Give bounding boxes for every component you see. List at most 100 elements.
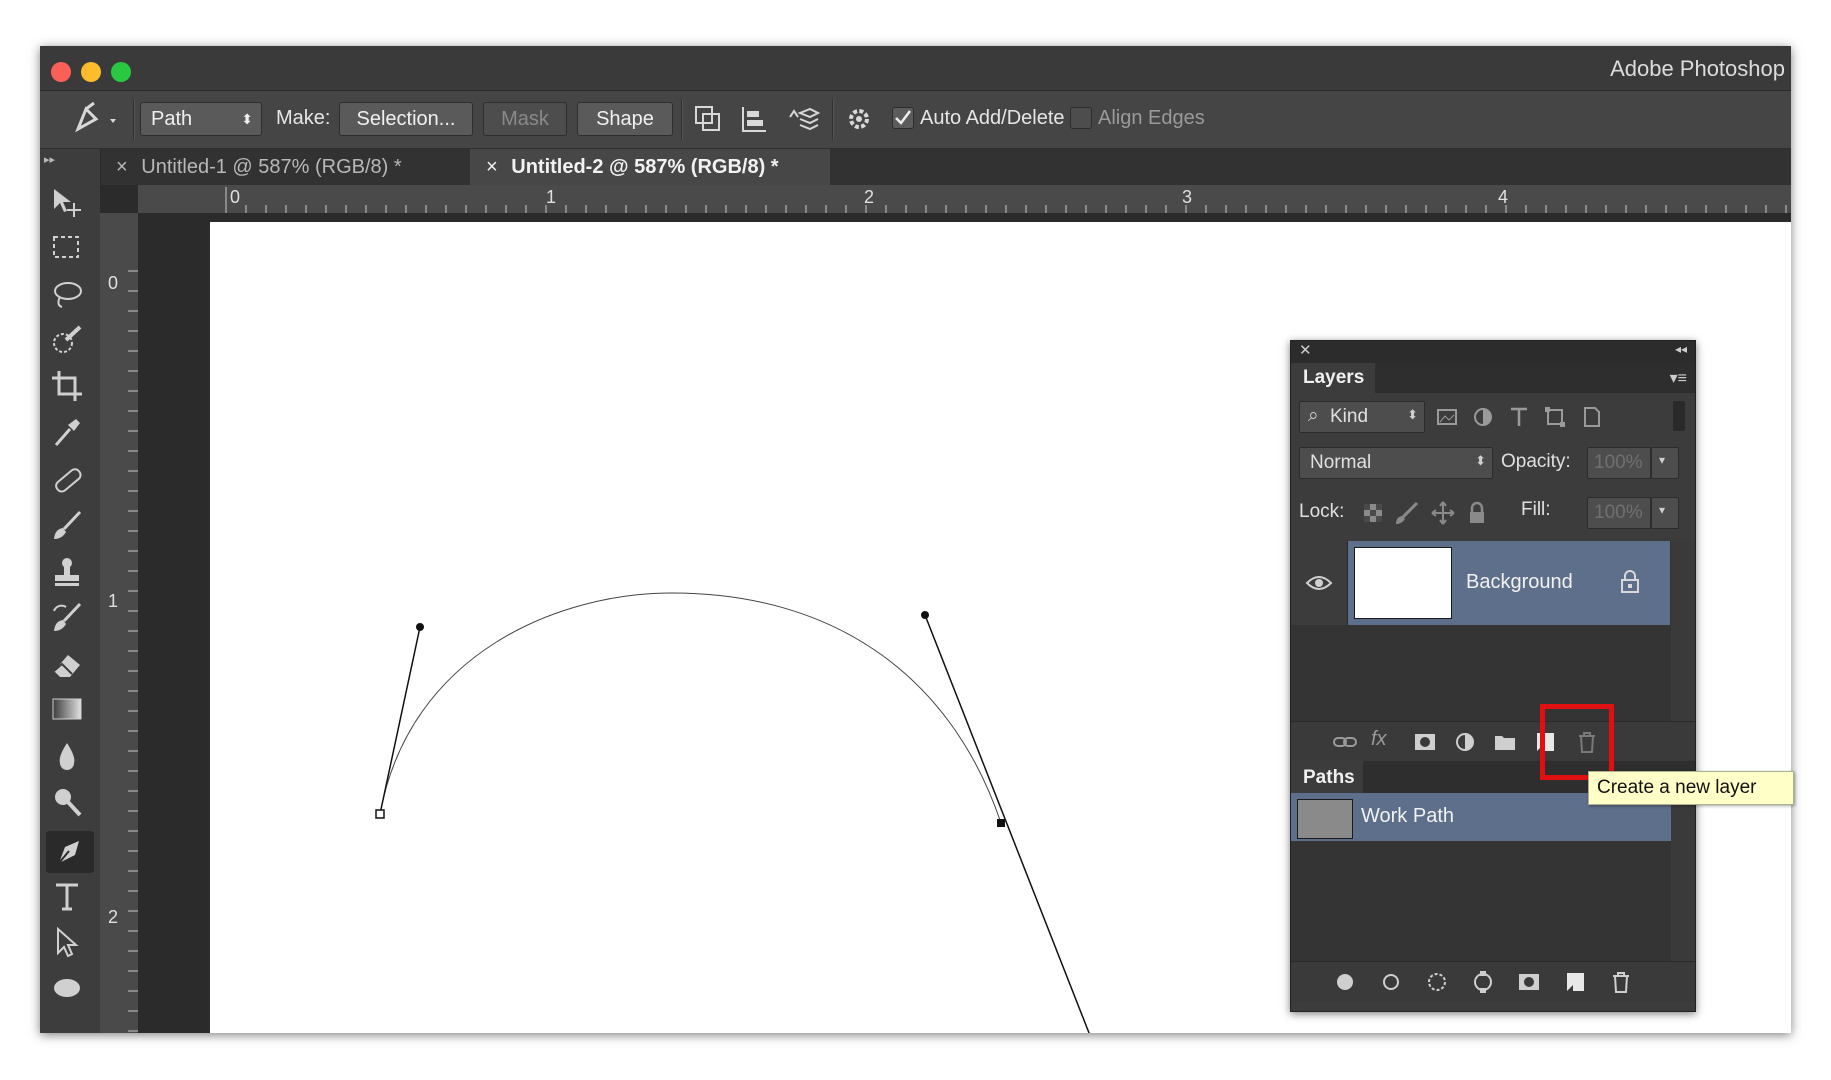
anchor-point-selected[interactable] xyxy=(997,819,1005,827)
brush-icon[interactable] xyxy=(50,509,90,547)
fx-icon[interactable]: fx xyxy=(1371,728,1399,756)
separator xyxy=(832,99,834,139)
eyedropper-icon[interactable] xyxy=(50,415,90,453)
filter-kind-value: Kind xyxy=(1330,406,1369,427)
layer-name: Background xyxy=(1466,571,1573,593)
tooltip: Create a new layer xyxy=(1588,771,1794,805)
close-panel-icon[interactable]: ✕ xyxy=(1299,341,1312,359)
ruler-label: 1 xyxy=(108,591,119,611)
filter-shape-icon[interactable] xyxy=(1541,403,1569,431)
lock-position-icon[interactable] xyxy=(1429,499,1457,527)
filter-pixel-icon[interactable] xyxy=(1433,403,1461,431)
blur-icon[interactable] xyxy=(50,739,90,777)
panel-header-bar[interactable]: ✕ ◂◂ xyxy=(1291,341,1695,363)
direction-point[interactable] xyxy=(416,623,424,631)
close-tab-icon[interactable]: × xyxy=(486,156,498,178)
gradient-icon[interactable] xyxy=(50,693,90,731)
fill-field[interactable]: 100% xyxy=(1587,497,1651,529)
tab-paths[interactable]: Paths xyxy=(1291,761,1363,793)
selection-button[interactable]: Selection... xyxy=(339,102,473,136)
gear-icon[interactable] xyxy=(844,103,878,135)
dodge-icon[interactable] xyxy=(50,785,90,823)
adjustment-layer-icon[interactable] xyxy=(1451,728,1479,756)
mode-select[interactable]: Path ⬍ xyxy=(140,102,262,136)
pen-icon[interactable] xyxy=(46,831,94,873)
lock-all-icon[interactable] xyxy=(1463,499,1491,527)
filter-toggle[interactable] xyxy=(1673,401,1685,431)
collapse-icon[interactable]: ▸▸ xyxy=(44,153,55,166)
blend-mode-select[interactable]: Normal ⬍ xyxy=(1299,447,1493,479)
align-edges-checkbox[interactable] xyxy=(1070,107,1092,129)
fill-path-icon[interactable] xyxy=(1331,968,1359,996)
shape-button[interactable]: Shape xyxy=(577,102,673,136)
lock-label: Lock: xyxy=(1299,501,1345,522)
ruler-label: 2 xyxy=(864,187,875,207)
path-select-icon[interactable] xyxy=(50,925,90,963)
layer-row-background[interactable]: Background xyxy=(1348,541,1670,625)
path-thumbnail xyxy=(1297,799,1353,839)
trash-icon[interactable] xyxy=(1607,968,1635,996)
path-operations-icon[interactable] xyxy=(692,103,724,135)
tool-preset-picker[interactable] xyxy=(68,101,128,137)
updown-icon: ⬍ xyxy=(1475,453,1486,468)
add-mask-icon[interactable] xyxy=(1515,968,1543,996)
direction-point[interactable] xyxy=(921,611,929,619)
lock-transparent-icon[interactable] xyxy=(1359,499,1387,527)
zoom-window-button[interactable] xyxy=(111,62,131,82)
add-mask-icon[interactable] xyxy=(1411,728,1439,756)
crop-icon[interactable] xyxy=(50,369,90,407)
new-group-icon[interactable] xyxy=(1491,728,1519,756)
paths-scrollbar[interactable] xyxy=(1671,793,1695,961)
updown-icon: ⬍ xyxy=(1407,407,1418,422)
make-work-path-icon[interactable] xyxy=(1469,968,1497,996)
filter-smart-object-icon[interactable] xyxy=(1577,403,1605,431)
filter-kind-select[interactable]: ⌕ Kind ⬍ xyxy=(1299,401,1425,433)
close-window-button[interactable] xyxy=(51,62,71,82)
auto-add-delete-checkbox[interactable] xyxy=(892,107,914,129)
link-layers-icon[interactable] xyxy=(1331,728,1359,756)
eye-icon[interactable] xyxy=(1291,541,1347,625)
move-icon[interactable] xyxy=(50,185,90,223)
checkmark-icon xyxy=(895,110,911,125)
ruler-label: 0 xyxy=(108,273,119,293)
mask-button[interactable]: Mask xyxy=(483,102,567,136)
tab-untitled-2[interactable]: × Untitled-2 @ 587% (RGB/8) * xyxy=(470,149,830,185)
blend-mode-value: Normal xyxy=(1310,452,1372,473)
lock-image-icon[interactable] xyxy=(1393,499,1421,527)
type-icon[interactable] xyxy=(50,879,90,917)
path-alignment-icon[interactable] xyxy=(738,103,770,135)
panel-menu-icon[interactable]: ▾≡ xyxy=(1670,368,1687,388)
minimize-window-button[interactable] xyxy=(81,62,101,82)
opacity-field[interactable]: 100% xyxy=(1587,447,1651,479)
filter-adjustment-icon[interactable] xyxy=(1469,403,1497,431)
fill-dropdown[interactable]: ▾ xyxy=(1651,497,1679,529)
marquee-icon[interactable] xyxy=(50,231,90,269)
close-tab-icon[interactable]: × xyxy=(116,156,128,178)
lock-icon xyxy=(1621,570,1639,593)
ellipse-icon[interactable] xyxy=(50,971,90,1009)
quick-select-icon[interactable] xyxy=(50,323,90,361)
ruler-ticks xyxy=(225,187,1787,213)
stroke-path-icon[interactable] xyxy=(1377,968,1405,996)
anchor-point[interactable] xyxy=(375,809,385,819)
direction-line xyxy=(379,626,421,815)
path-arrangement-icon[interactable] xyxy=(784,103,821,135)
eraser-icon[interactable] xyxy=(50,647,90,685)
new-path-icon[interactable] xyxy=(1561,968,1589,996)
tab-untitled-1[interactable]: × Untitled-1 @ 587% (RGB/8) * xyxy=(100,149,468,185)
mode-select-value: Path xyxy=(151,108,193,130)
opacity-dropdown[interactable]: ▾ xyxy=(1651,447,1679,479)
separator xyxy=(133,99,135,139)
paths-list: Work Path xyxy=(1291,793,1695,961)
tab-layers[interactable]: Layers xyxy=(1291,363,1375,393)
history-brush-icon[interactable] xyxy=(50,601,90,639)
tab-label: Untitled-2 @ 587% (RGB/8) * xyxy=(511,156,779,178)
new-layer-highlight xyxy=(1540,704,1614,780)
lasso-icon[interactable] xyxy=(50,277,90,315)
stamp-icon[interactable] xyxy=(50,555,90,593)
layers-scrollbar[interactable] xyxy=(1671,541,1695,721)
filter-type-icon[interactable] xyxy=(1505,403,1533,431)
healing-icon[interactable] xyxy=(50,463,90,501)
collapse-panel-icon[interactable]: ◂◂ xyxy=(1675,342,1687,356)
load-selection-icon[interactable] xyxy=(1423,968,1451,996)
